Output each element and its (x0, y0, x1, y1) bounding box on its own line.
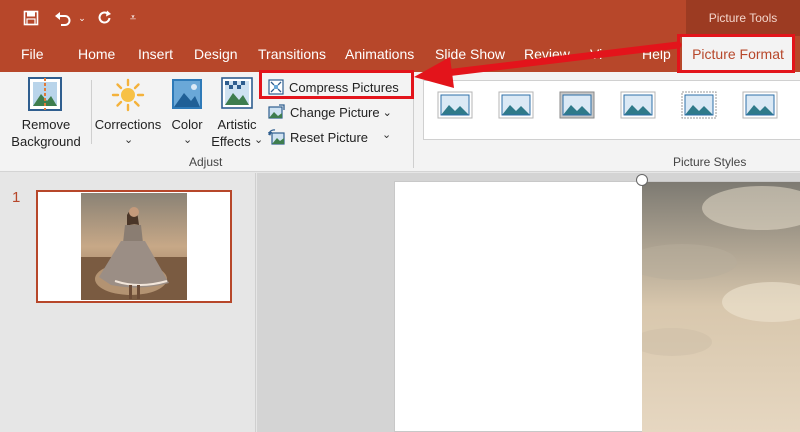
artistic-effects-chevron-down-icon[interactable]: ⌄ (254, 133, 263, 146)
corrections-label[interactable]: Corrections (94, 116, 162, 133)
slide-canvas[interactable] (394, 181, 800, 432)
annotation-arrow (414, 41, 682, 88)
slide-number: 1 (12, 189, 21, 206)
sun-icon[interactable] (111, 78, 145, 117)
remove-background-icon[interactable] (28, 77, 62, 116)
woman-photo-thumbnail (81, 193, 187, 300)
change-picture-button[interactable]: Change Picture ⌄ (268, 101, 392, 123)
adjust-group-label: Adjust (189, 155, 223, 169)
tab-design[interactable]: Design (194, 36, 238, 72)
undo-icon[interactable] (50, 6, 76, 30)
picture-style-option[interactable] (436, 90, 474, 120)
remove-background-label-1[interactable]: Remove (6, 116, 86, 133)
artistic-effects-label-2[interactable]: Effects (206, 133, 256, 150)
picture-styles-group-label: Picture Styles (673, 155, 747, 169)
tab-transitions[interactable]: Transitions (258, 36, 326, 72)
tab-animations[interactable]: Animations (345, 36, 414, 72)
title-bar (0, 0, 800, 36)
color-chevron-down-icon[interactable]: ⌄ (183, 133, 192, 146)
tab-home[interactable]: Home (78, 36, 115, 72)
picture-style-option[interactable] (619, 90, 657, 120)
picture-style-option[interactable] (497, 90, 535, 120)
picture-tools-label: Picture Tools (686, 0, 800, 36)
selection-handle[interactable] (636, 174, 648, 186)
save-icon[interactable] (18, 6, 44, 30)
redo-icon[interactable] (92, 6, 118, 30)
customize-qat-icon[interactable]: ⩡ (126, 6, 140, 30)
change-picture-label: Change Picture (290, 104, 380, 120)
artistic-effects-label-1[interactable]: Artistic (212, 116, 262, 133)
reset-picture-icon (268, 129, 285, 145)
color-landscape-icon[interactable] (171, 78, 203, 115)
artistic-effects-icon[interactable] (221, 77, 253, 114)
change-picture-icon (268, 104, 285, 119)
reset-picture-label: Reset Picture (290, 129, 369, 145)
picture-style-option[interactable] (680, 90, 718, 120)
sky-photo-on-slide[interactable] (642, 182, 800, 432)
corrections-chevron-down-icon[interactable]: ⌄ (124, 133, 133, 146)
undo-dropdown-icon[interactable]: ⌄ (76, 6, 88, 30)
compress-pictures-highlight (259, 70, 414, 99)
slide-thumbnail[interactable] (36, 190, 232, 303)
ribbon-divider (91, 80, 92, 144)
picture-style-option[interactable] (741, 90, 779, 120)
color-label[interactable]: Color (166, 116, 208, 133)
tab-file[interactable]: File (21, 36, 44, 72)
picture-style-option[interactable] (558, 90, 596, 120)
remove-background-label-2[interactable]: Background (6, 133, 86, 150)
change-picture-chevron-down-icon[interactable]: ⌄ (383, 106, 392, 119)
reset-picture-button[interactable]: Reset Picture (268, 126, 368, 148)
reset-picture-chevron-down-icon[interactable]: ⌄ (382, 128, 391, 141)
tab-insert[interactable]: Insert (138, 36, 173, 72)
picture-format-highlight (677, 34, 795, 73)
